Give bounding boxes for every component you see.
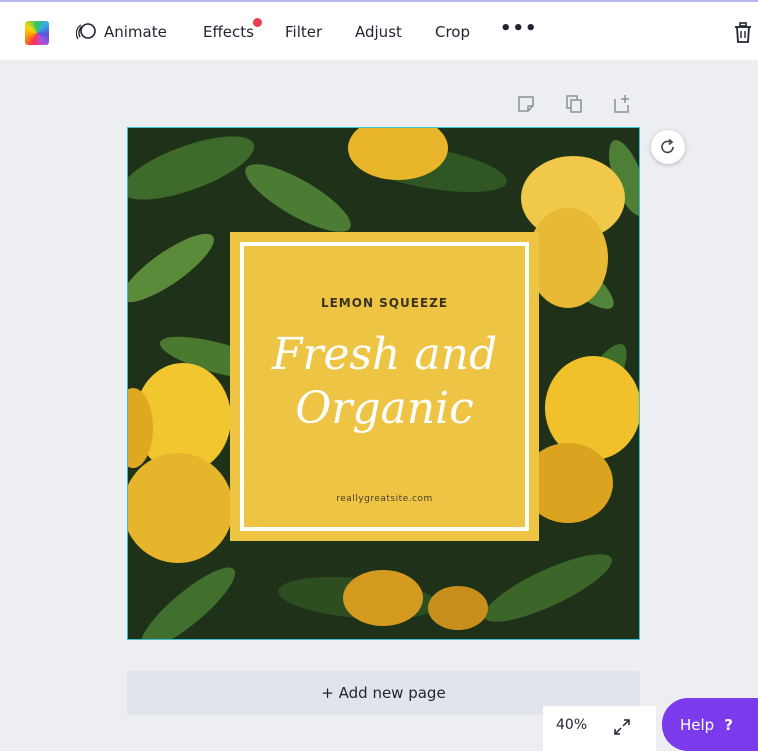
filter-button[interactable]: Filter <box>285 23 322 41</box>
card-title-line1: Fresh and <box>271 329 498 380</box>
add-page-icon[interactable] <box>612 94 632 114</box>
duplicate-icon[interactable] <box>564 94 584 114</box>
color-swatch-icon[interactable] <box>25 21 49 45</box>
notes-icon[interactable] <box>516 94 536 114</box>
animate-label: Animate <box>104 23 167 41</box>
card-title-line2: Organic <box>295 383 474 434</box>
card-url: reallygreatsite.com <box>336 494 433 504</box>
editor-toolbar: Animate Effects Filter Adjust Crop ••• <box>0 0 758 60</box>
adjust-button[interactable]: Adjust <box>355 23 402 41</box>
fullscreen-icon[interactable] <box>612 717 632 737</box>
notification-dot <box>253 18 262 27</box>
crop-button[interactable]: Crop <box>435 23 470 41</box>
design-canvas[interactable]: LEMON SQUEEZE Fresh and Organic reallygr… <box>127 127 640 640</box>
question-icon: ? <box>724 715 733 734</box>
card-frame: LEMON SQUEEZE Fresh and Organic reallygr… <box>240 242 529 531</box>
card-kicker: LEMON SQUEEZE <box>320 296 449 310</box>
trash-icon[interactable] <box>733 22 753 44</box>
animate-icon <box>76 23 96 40</box>
rotate-button[interactable] <box>651 130 685 164</box>
help-label: Help <box>680 715 715 734</box>
animate-button[interactable]: Animate <box>76 22 167 42</box>
help-button[interactable]: Help ? <box>662 698 758 751</box>
more-icon[interactable]: ••• <box>500 18 538 39</box>
zoom-level[interactable]: 40% <box>556 717 587 733</box>
effects-button[interactable]: Effects <box>203 23 254 41</box>
card-title: Fresh and Organic <box>244 328 525 436</box>
design-card[interactable]: LEMON SQUEEZE Fresh and Organic reallygr… <box>230 232 539 541</box>
rotate-icon <box>661 138 674 154</box>
